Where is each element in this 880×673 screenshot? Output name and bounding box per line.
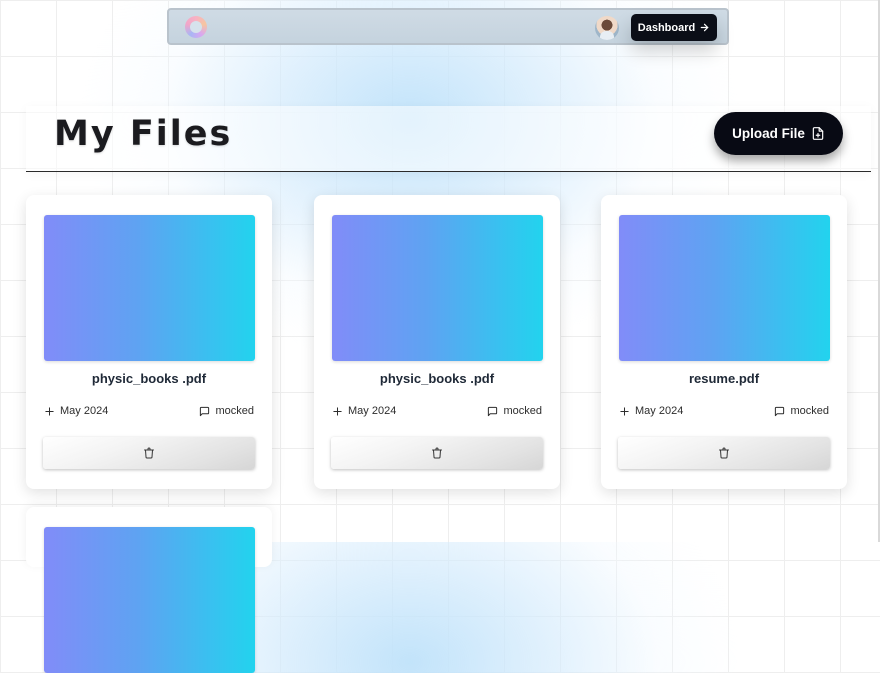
- plus-icon: [44, 406, 55, 417]
- file-thumbnail[interactable]: [332, 215, 543, 361]
- file-date-text: May 2024: [635, 405, 684, 417]
- file-status: mocked: [487, 405, 542, 417]
- file-date: May 2024: [619, 405, 683, 417]
- file-date: May 2024: [332, 405, 396, 417]
- message-square-icon: [487, 406, 498, 417]
- upload-file-button[interactable]: Upload File: [714, 112, 843, 155]
- top-navbar: Dashboard: [167, 8, 729, 45]
- file-status-text: mocked: [215, 405, 254, 417]
- delete-file-button[interactable]: [43, 437, 255, 469]
- trash-icon: [143, 447, 155, 459]
- delete-file-button[interactable]: [331, 437, 543, 469]
- ring-logo-icon[interactable]: [185, 16, 207, 38]
- file-plus-icon: [811, 126, 825, 141]
- user-avatar[interactable]: [595, 16, 619, 40]
- file-card: physic_books .pdf May 2024 mocked: [314, 195, 560, 489]
- file-name: physic_books .pdf: [379, 371, 495, 386]
- file-status: mocked: [774, 405, 829, 417]
- delete-file-button[interactable]: [618, 437, 830, 469]
- message-square-icon: [199, 406, 210, 417]
- dashboard-button[interactable]: Dashboard: [631, 14, 717, 41]
- message-square-icon: [774, 406, 785, 417]
- file-status-text: mocked: [790, 405, 829, 417]
- file-status-text: mocked: [503, 405, 542, 417]
- file-thumbnail[interactable]: [619, 215, 830, 361]
- file-name: resume.pdf: [688, 371, 760, 386]
- file-date-text: May 2024: [348, 405, 397, 417]
- dashboard-button-label: Dashboard: [637, 21, 696, 34]
- file-date: May 2024: [44, 405, 108, 417]
- file-thumbnail[interactable]: [44, 215, 255, 361]
- plus-icon: [332, 406, 343, 417]
- trash-icon: [431, 447, 443, 459]
- files-header: My Files Upload File: [26, 106, 871, 172]
- file-name: physic_books .pdf: [91, 371, 207, 386]
- file-card: resume.pdf May 2024 mocked: [601, 195, 847, 489]
- file-thumbnail[interactable]: [44, 527, 255, 673]
- upload-file-label: Upload File: [732, 126, 805, 141]
- file-card: [26, 507, 272, 673]
- file-date-text: May 2024: [60, 405, 109, 417]
- trash-icon: [718, 447, 730, 459]
- file-status: mocked: [199, 405, 254, 417]
- arrow-right-icon: [699, 22, 710, 33]
- page-title: My Files: [54, 114, 233, 154]
- file-card: physic_books .pdf May 2024 mocked: [26, 195, 272, 489]
- plus-icon: [619, 406, 630, 417]
